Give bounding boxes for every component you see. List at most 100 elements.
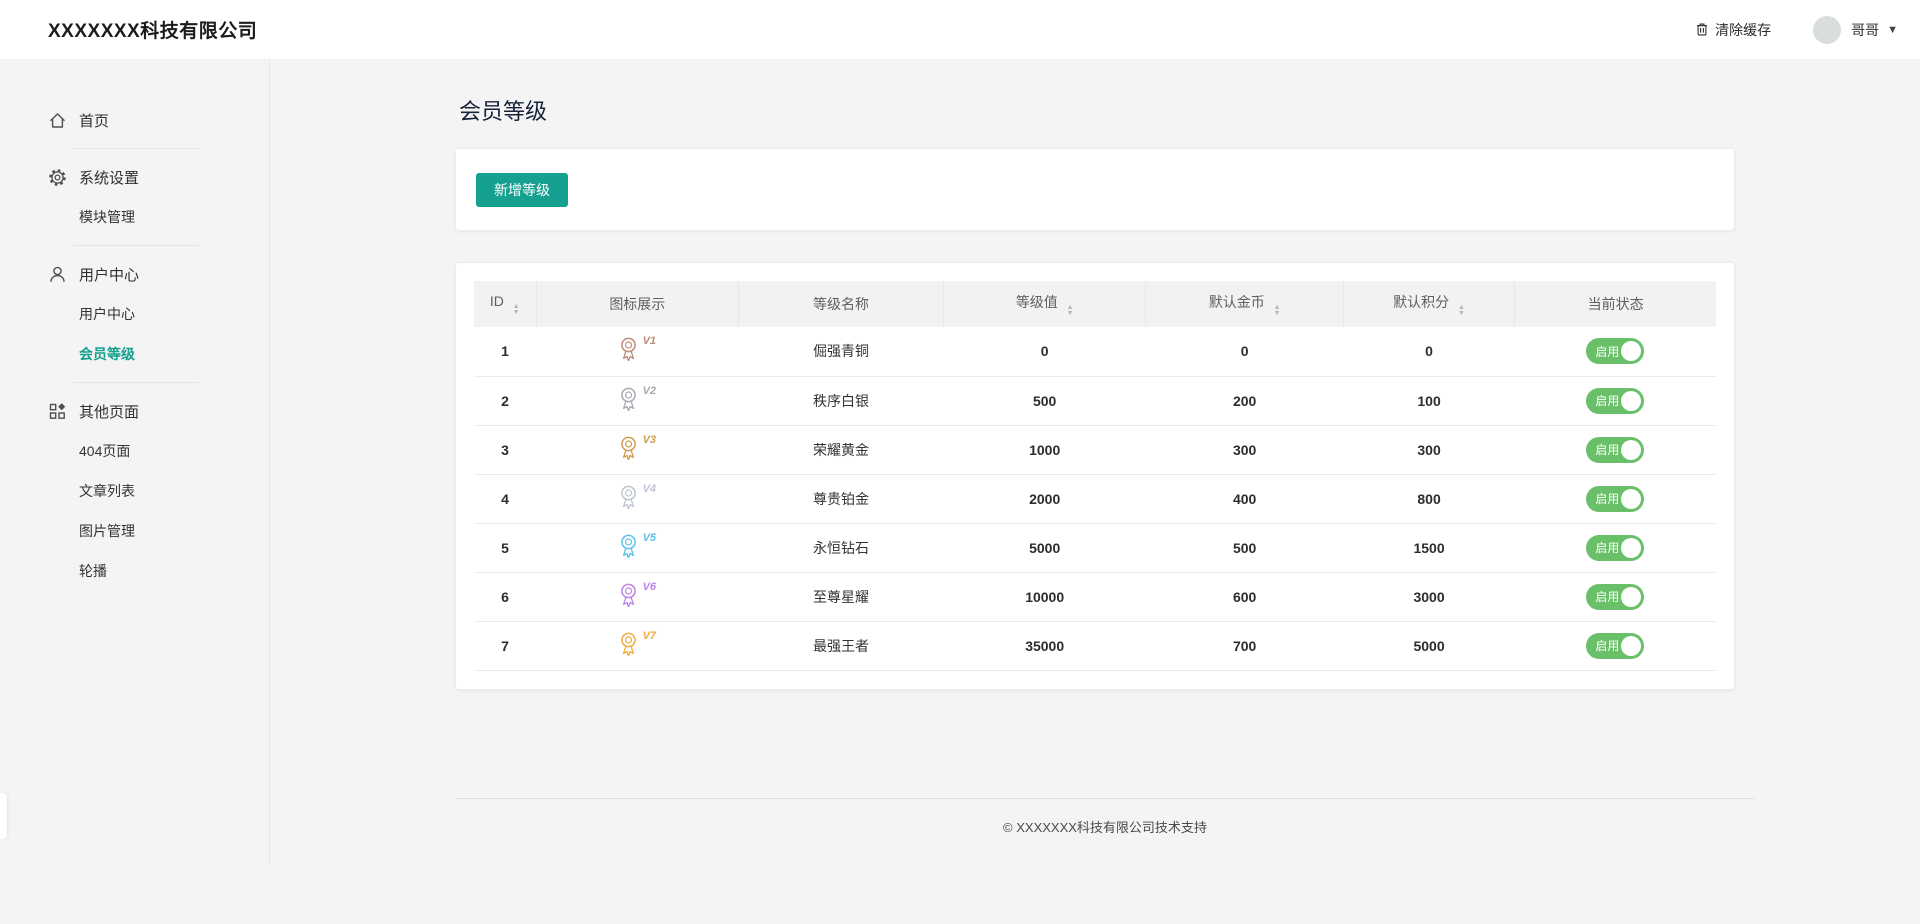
sidebar-sub-item[interactable]: 图片管理 (0, 511, 269, 551)
page-body: 首页 系统设置 模块管理 用户中心 用户中心 会员等级 其他页面 404页面 文… (0, 60, 1920, 866)
table-row: 3 V3 荣耀黄金 1000 300 300 启用 (474, 425, 1716, 474)
column-label: 默认金币 (1209, 294, 1265, 310)
medal-badge-icon: V3 (619, 435, 656, 462)
cell-status: 启用 (1515, 572, 1716, 621)
medal-badge-icon: V7 (619, 631, 656, 658)
toggle-label: 启用 (1595, 637, 1619, 654)
column-label: 等级值 (1016, 294, 1058, 310)
sidebar-group-item[interactable]: 用户中心 (0, 254, 269, 294)
toggle-label: 启用 (1595, 490, 1619, 507)
toggle-knob (1621, 341, 1641, 361)
sidebar-sub-item[interactable]: 轮播 (0, 551, 269, 591)
cell-level-name: 荣耀黄金 (739, 425, 944, 474)
member-level-table: ID ▲▼ 图标展示 等级名称 等级值 ▲▼ 默认金币 ▲▼ 默认积分 ▲▼ 当… (474, 281, 1716, 671)
cell-icon: V3 (536, 425, 738, 474)
table-row: 5 V5 永恒钻石 5000 500 1500 启用 (474, 523, 1716, 572)
cell-id: 2 (474, 376, 536, 425)
cell-id: 3 (474, 425, 536, 474)
sidebar-divider (73, 382, 199, 383)
cell-id: 7 (474, 621, 536, 670)
cell-id: 6 (474, 572, 536, 621)
status-toggle[interactable]: 启用 (1586, 584, 1644, 610)
cell-default-points: 800 (1343, 474, 1514, 523)
main-area: 会员等级 新增等级 ID ▲▼ 图标展示 等级名称 等级值 (270, 60, 1920, 866)
cell-default-coins: 0 (1146, 327, 1343, 376)
status-toggle[interactable]: 启用 (1586, 633, 1644, 659)
toggle-label: 启用 (1595, 588, 1619, 605)
table-column-header: ID ▲▼ (474, 281, 536, 327)
sidebar-sub-item[interactable]: 文章列表 (0, 471, 269, 511)
clear-cache-label: 清除缓存 (1715, 20, 1771, 40)
sidebar-sub-item[interactable]: 404页面 (0, 431, 269, 471)
table-column-header: 等级值 ▲▼ (943, 281, 1145, 327)
badge-level-label: V4 (643, 484, 656, 495)
cell-status: 启用 (1515, 376, 1716, 425)
sort-icon[interactable]: ▲▼ (1458, 305, 1465, 317)
cell-icon: V4 (536, 474, 738, 523)
cell-default-coins: 600 (1146, 572, 1343, 621)
clear-cache-button[interactable]: 清除缓存 (1695, 20, 1771, 40)
sort-icon[interactable]: ▲▼ (1274, 305, 1281, 317)
user-icon (48, 265, 67, 284)
table-card: ID ▲▼ 图标展示 等级名称 等级值 ▲▼ 默认金币 ▲▼ 默认积分 ▲▼ 当… (455, 262, 1735, 690)
cell-status: 启用 (1515, 474, 1716, 523)
sidebar-sub-item[interactable]: 用户中心 (0, 294, 269, 334)
status-toggle[interactable]: 启用 (1586, 388, 1644, 414)
toggle-knob (1621, 391, 1641, 411)
sidebar-collapse-handle[interactable] (0, 793, 7, 839)
cell-level-name: 尊贵铂金 (739, 474, 944, 523)
toolbar-card: 新增等级 (455, 148, 1735, 231)
toggle-knob (1621, 489, 1641, 509)
badge-level-label: V3 (643, 435, 656, 446)
user-avatar[interactable] (1813, 16, 1841, 44)
cell-icon: V6 (536, 572, 738, 621)
sidebar-menu: 首页 系统设置 模块管理 用户中心 用户中心 会员等级 其他页面 404页面 文… (0, 100, 269, 591)
gear-icon (48, 168, 67, 187)
badge-level-label: V6 (643, 582, 656, 593)
toggle-label: 启用 (1595, 441, 1619, 458)
cell-level-value: 2000 (943, 474, 1145, 523)
badge-level-label: V7 (643, 631, 656, 642)
sidebar-group-item[interactable]: 首页 (0, 100, 269, 140)
cell-icon: V1 (536, 327, 738, 376)
username[interactable]: 哥哥 (1851, 20, 1879, 40)
toggle-knob (1621, 440, 1641, 460)
sidebar-group-label: 首页 (79, 110, 109, 131)
table-column-header: 等级名称 (739, 281, 944, 327)
status-toggle[interactable]: 启用 (1586, 486, 1644, 512)
sidebar-group-item[interactable]: 其他页面 (0, 391, 269, 431)
sidebar-divider (73, 245, 199, 246)
cell-default-coins: 200 (1146, 376, 1343, 425)
cell-status: 启用 (1515, 523, 1716, 572)
chevron-down-icon[interactable]: ▼ (1887, 24, 1898, 36)
footer: © XXXXXXX科技有限公司技术支持 (455, 798, 1755, 866)
toggle-knob (1621, 587, 1641, 607)
cell-level-value: 5000 (943, 523, 1145, 572)
cell-status: 启用 (1515, 327, 1716, 376)
status-toggle[interactable]: 启用 (1586, 437, 1644, 463)
cell-default-points: 5000 (1343, 621, 1514, 670)
sidebar-sub-item[interactable]: 会员等级 (0, 334, 269, 374)
cell-level-name: 永恒钻石 (739, 523, 944, 572)
cell-default-points: 0 (1343, 327, 1514, 376)
table-row: 4 V4 尊贵铂金 2000 400 800 启用 (474, 474, 1716, 523)
cell-icon: V2 (536, 376, 738, 425)
cell-level-value: 10000 (943, 572, 1145, 621)
table-column-header: 当前状态 (1515, 281, 1716, 327)
cell-icon: V7 (536, 621, 738, 670)
header-actions: 清除缓存 哥哥 ▼ (1695, 16, 1898, 44)
home-icon (48, 111, 67, 130)
sort-icon[interactable]: ▲▼ (513, 304, 520, 316)
status-toggle[interactable]: 启用 (1586, 338, 1644, 364)
cell-id: 4 (474, 474, 536, 523)
badge-level-label: V5 (643, 533, 656, 544)
table-header-row: ID ▲▼ 图标展示 等级名称 等级值 ▲▼ 默认金币 ▲▼ 默认积分 ▲▼ 当… (474, 281, 1716, 327)
sidebar-group-item[interactable]: 系统设置 (0, 157, 269, 197)
sort-icon[interactable]: ▲▼ (1067, 305, 1074, 317)
cell-level-name: 秩序白银 (739, 376, 944, 425)
add-level-button[interactable]: 新增等级 (476, 173, 568, 207)
column-label: ID (490, 293, 504, 309)
status-toggle[interactable]: 启用 (1586, 535, 1644, 561)
badge-level-label: V1 (643, 336, 656, 347)
sidebar-sub-item[interactable]: 模块管理 (0, 197, 269, 237)
